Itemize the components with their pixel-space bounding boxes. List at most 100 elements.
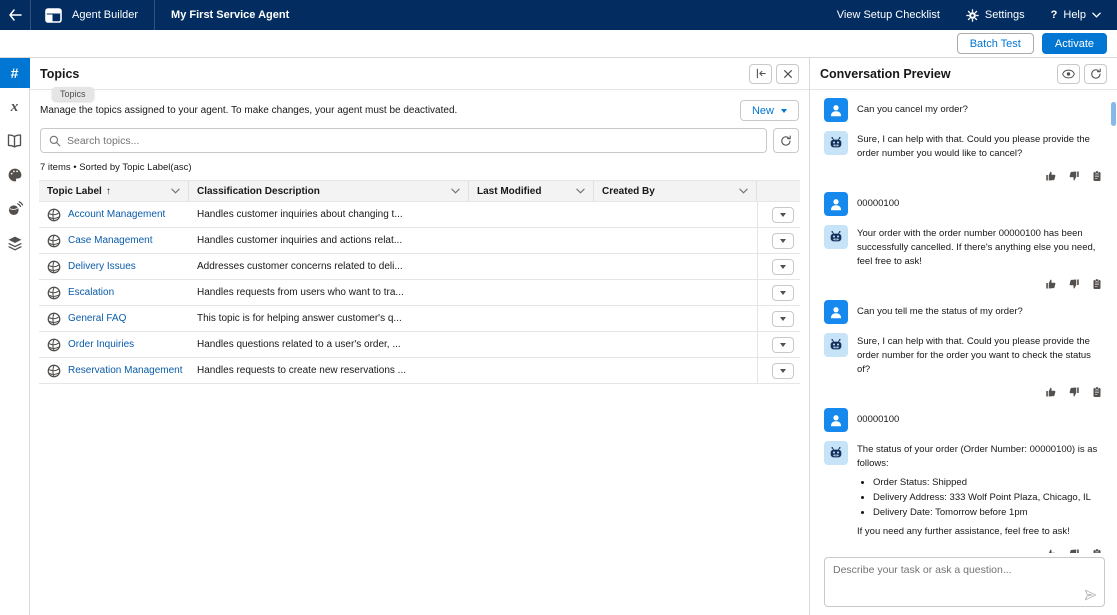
bot-icon (828, 229, 844, 245)
column-header-classification-description[interactable]: Classification Description (189, 181, 469, 201)
column-label: Classification Description (197, 186, 320, 197)
row-actions-button[interactable] (772, 311, 794, 327)
table-row: Delivery Issues Addresses customer conce… (39, 254, 800, 280)
person-icon (828, 412, 844, 428)
agent-name: My First Service Agent (155, 9, 305, 21)
chevron-down-icon[interactable] (171, 188, 180, 194)
sort-asc-icon: ↑ (106, 186, 111, 197)
created-by-cell (594, 280, 757, 305)
created-by-cell (594, 254, 757, 279)
row-actions-button[interactable] (772, 233, 794, 249)
sidebar-item-variables[interactable]: x (0, 92, 30, 122)
agent-avatar (824, 131, 848, 155)
column-header-last-modified[interactable]: Last Modified (469, 181, 594, 201)
close-panel-button[interactable] (776, 64, 799, 84)
thumbs-up-icon[interactable] (1045, 386, 1057, 398)
thumbs-up-icon[interactable] (1045, 278, 1057, 290)
search-input[interactable] (67, 135, 758, 147)
message-feedback (824, 170, 1103, 182)
thumbs-up-icon[interactable] (1045, 170, 1057, 182)
topic-link[interactable]: Escalation (68, 287, 114, 298)
palette-icon[interactable] (0, 160, 30, 190)
user-avatar (824, 98, 848, 122)
column-header-created-by[interactable]: Created By (594, 181, 757, 201)
topics-table-body: Account Management Handles customer inqu… (39, 202, 800, 384)
thumbs-down-icon[interactable] (1068, 548, 1080, 553)
view-setup-checklist-link[interactable]: View Setup Checklist (837, 9, 940, 21)
connections-icon[interactable] (0, 194, 30, 224)
batch-test-button[interactable]: Batch Test (957, 33, 1034, 54)
settings-label: Settings (985, 9, 1025, 21)
copy-transcript-icon[interactable] (1091, 548, 1103, 553)
message-text: Your order with the order number 0000010… (857, 225, 1105, 269)
column-header-actions (757, 181, 800, 201)
chevron-down-icon (780, 317, 786, 321)
last-modified-cell (469, 254, 594, 279)
table-row: Escalation Handles requests from users w… (39, 280, 800, 306)
back-button[interactable] (0, 0, 30, 30)
copy-transcript-icon[interactable] (1091, 278, 1103, 290)
topic-link[interactable]: Delivery Issues (68, 261, 136, 272)
row-actions-button[interactable] (772, 259, 794, 275)
row-actions-button[interactable] (772, 363, 794, 379)
copy-transcript-icon[interactable] (1091, 386, 1103, 398)
message-text: 00000100 (857, 192, 899, 216)
topic-link[interactable]: Account Management (68, 209, 165, 220)
created-by-cell (594, 332, 757, 357)
topbar-actions: View Setup Checklist Settings ? Help (837, 9, 1117, 22)
last-modified-cell (469, 280, 594, 305)
chat-input[interactable] (833, 564, 1096, 590)
chevron-down-icon[interactable] (451, 188, 460, 194)
user-avatar (824, 300, 848, 324)
copy-transcript-icon[interactable] (1091, 170, 1103, 182)
collapse-left-icon (755, 68, 767, 79)
agent-message: Sure, I can help with that. Could you pl… (824, 333, 1105, 377)
topic-link[interactable]: Reservation Management (68, 365, 183, 376)
scrollbar-thumb[interactable] (1111, 102, 1116, 126)
last-modified-cell (469, 306, 594, 331)
person-icon (828, 102, 844, 118)
agent-builder-app-icon (45, 8, 62, 23)
refresh-list-button[interactable] (773, 128, 799, 153)
topic-link[interactable]: Case Management (68, 235, 153, 246)
settings-button[interactable]: Settings (966, 9, 1025, 22)
chevron-down-icon[interactable] (739, 188, 748, 194)
preview-visibility-button[interactable] (1057, 64, 1080, 84)
topic-globe-icon (47, 260, 61, 274)
activate-button[interactable]: Activate (1042, 33, 1107, 54)
send-icon[interactable] (1084, 589, 1097, 601)
topic-link[interactable]: Order Inquiries (68, 339, 134, 350)
table-row: Order Inquiries Handles questions relate… (39, 332, 800, 358)
restart-conversation-button[interactable] (1084, 64, 1107, 84)
thumbs-up-icon[interactable] (1045, 548, 1057, 553)
thumbs-down-icon[interactable] (1068, 386, 1080, 398)
table-row: Account Management Handles customer inqu… (39, 202, 800, 228)
chevron-down-icon[interactable] (576, 188, 585, 194)
sidebar-item-knowledge[interactable] (0, 126, 30, 156)
sidebar-item-topics[interactable]: # (0, 58, 30, 88)
agent-avatar (824, 441, 848, 465)
thumbs-down-icon[interactable] (1068, 170, 1080, 182)
bot-icon (828, 445, 844, 461)
collapse-panel-button[interactable] (749, 64, 772, 84)
user-message: Can you tell me the status of my order? (824, 300, 1105, 324)
agent-message: Sure, I can help with that. Could you pl… (824, 131, 1105, 161)
layers-icon[interactable] (0, 228, 30, 258)
topic-link[interactable]: General FAQ (68, 313, 126, 324)
row-actions-button[interactable] (772, 337, 794, 353)
app-switcher[interactable]: Agent Builder (30, 0, 154, 30)
bot-icon (828, 337, 844, 353)
new-topic-button[interactable]: New (740, 100, 799, 121)
thumbs-down-icon[interactable] (1068, 278, 1080, 290)
user-message: 00000100 (824, 408, 1105, 432)
column-header-topic-label[interactable]: Topic Label ↑ (39, 181, 189, 201)
row-actions-button[interactable] (772, 285, 794, 301)
message-text: Can you cancel my order? (857, 98, 968, 122)
help-menu[interactable]: ? Help (1051, 9, 1101, 21)
topic-description: Handles customer inquiries about changin… (189, 209, 469, 220)
topic-description: Handles requests to create new reservati… (189, 365, 469, 376)
user-avatar (824, 192, 848, 216)
row-actions-button[interactable] (772, 207, 794, 223)
topics-description: Manage the topics assigned to your agent… (40, 105, 457, 116)
message-text: The status of your order (Order Number: … (857, 441, 1105, 471)
